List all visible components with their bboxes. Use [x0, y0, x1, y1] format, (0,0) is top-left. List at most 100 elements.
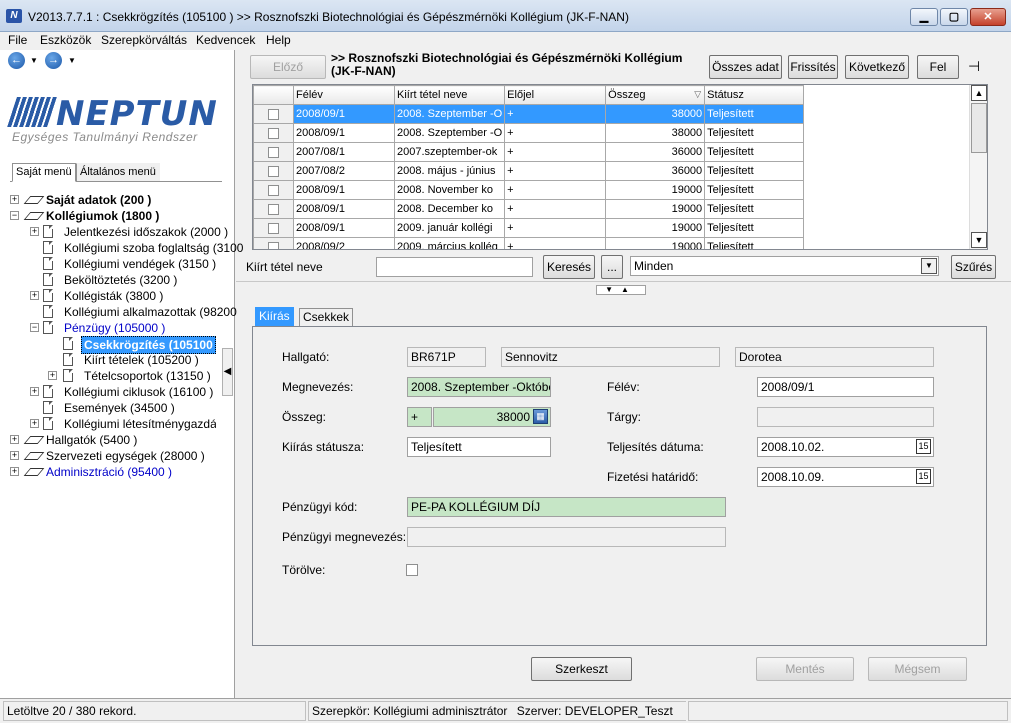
table-row[interactable]: 2007/08/1 2007.szeptember-ok + 36000 Tel…: [253, 142, 805, 162]
table-row[interactable]: 2008/09/1 2008. Szeptember -O + 38000 Te…: [253, 104, 805, 124]
scope-select[interactable]: Minden ▼: [630, 256, 939, 276]
row-select[interactable]: [253, 180, 294, 200]
row-select[interactable]: [253, 218, 294, 238]
expand-icon[interactable]: +: [48, 371, 57, 380]
filter-button[interactable]: Szűrés: [951, 255, 996, 279]
row-select[interactable]: [253, 104, 294, 124]
prev-button[interactable]: Előző: [250, 55, 326, 79]
calendar-icon[interactable]: 15: [916, 439, 931, 454]
semester-field[interactable]: 2008/09/1: [757, 377, 934, 397]
row-checkbox[interactable]: [268, 146, 279, 158]
menu-role-switch[interactable]: Szerepkörváltás: [101, 33, 187, 47]
menu-tools[interactable]: Eszközök: [40, 33, 91, 47]
close-button[interactable]: ✕: [970, 8, 1006, 26]
row-checkbox[interactable]: [268, 241, 279, 249]
expand-icon[interactable]: +: [30, 419, 39, 428]
all-data-button[interactable]: Összes adat: [709, 55, 782, 79]
cell-status: Teljesített: [704, 161, 805, 181]
row-select[interactable]: [253, 142, 294, 162]
row-select[interactable]: [253, 123, 294, 143]
forward-arrow-icon[interactable]: →: [45, 52, 62, 69]
tab-checks[interactable]: Csekkek: [299, 308, 354, 327]
table-row[interactable]: 2008/09/1 2008. December ko + 19000 Telj…: [253, 199, 805, 219]
grid-header-semester[interactable]: Félév: [293, 85, 395, 105]
collapse-icon[interactable]: −: [30, 323, 39, 332]
cell-semester: 2007/08/2: [293, 161, 395, 181]
next-button[interactable]: Következő: [845, 55, 909, 79]
menu-favorites[interactable]: Kedvencek: [196, 33, 255, 47]
tab-issue[interactable]: Kiírás: [255, 307, 294, 326]
minimize-button[interactable]: ▁: [910, 8, 938, 26]
status-extra: [688, 701, 1008, 721]
table-row[interactable]: 2008/09/2 2009. március kollég + 19000 T…: [253, 237, 805, 249]
row-checkbox[interactable]: [268, 203, 279, 215]
tab-general-menu[interactable]: Általános menü: [76, 163, 160, 182]
maximize-button[interactable]: ▢: [940, 8, 968, 26]
left-panel: ← ▼ → ▼ NEPTUN Egységes Tanulmányi Rends…: [0, 50, 243, 698]
filter-input[interactable]: [376, 257, 533, 277]
row-checkbox[interactable]: [268, 165, 279, 177]
expand-icon[interactable]: +: [10, 435, 19, 444]
grid-header-row: Félév Kiírt tétel neve Előjel Összeg ▽ St…: [253, 85, 805, 105]
grid-header-status[interactable]: Státusz: [704, 85, 805, 105]
row-checkbox[interactable]: [268, 222, 279, 234]
table-row[interactable]: 2008/09/1 2009. január kollégi + 19000 T…: [253, 218, 805, 238]
expand-icon[interactable]: +: [30, 227, 39, 236]
save-button[interactable]: Mentés: [756, 657, 854, 681]
row-checkbox[interactable]: [268, 184, 279, 196]
status-field[interactable]: Teljesített: [407, 437, 551, 457]
back-arrow-icon[interactable]: ←: [8, 52, 25, 69]
row-select[interactable]: [253, 161, 294, 181]
splitter-line: [236, 281, 1011, 282]
expand-icon[interactable]: +: [10, 195, 19, 204]
menu-file[interactable]: File: [8, 33, 27, 47]
chevron-down-icon[interactable]: ▼: [921, 258, 937, 274]
scroll-up-icon[interactable]: ▲: [971, 85, 987, 101]
expand-icon[interactable]: +: [10, 467, 19, 476]
table-row[interactable]: 2008/09/1 2008. Szeptember -O + 38000 Te…: [253, 123, 805, 143]
up-button[interactable]: Fel: [917, 55, 959, 79]
row-checkbox[interactable]: [268, 127, 279, 139]
collapse-panel-icon[interactable]: ◀: [222, 348, 233, 396]
scroll-thumb[interactable]: [971, 103, 987, 153]
name-field[interactable]: 2008. Szeptember -Október k: [407, 377, 551, 397]
grid-header-item-name[interactable]: Kiírt tétel neve: [393, 85, 506, 105]
tab-own-menu[interactable]: Saját menü: [12, 163, 76, 182]
forward-dropdown-icon[interactable]: ▼: [68, 56, 76, 65]
done-date-field[interactable]: 2008.10.02. 15: [757, 437, 934, 457]
refresh-button[interactable]: Frissítés: [788, 55, 838, 79]
pin-icon[interactable]: ⊣: [968, 58, 980, 75]
cell-sign: +: [504, 161, 607, 181]
deadline-field[interactable]: 2008.10.09. 15: [757, 467, 934, 487]
grid-header-sign[interactable]: Előjel: [504, 85, 607, 105]
folder-icon: [23, 436, 45, 444]
deleted-checkbox[interactable]: [406, 564, 418, 576]
grid-header-amount[interactable]: Összeg ▽: [605, 85, 706, 105]
cell-semester: 2008/09/1: [293, 123, 395, 143]
grid-scrollbar[interactable]: ▲ ▼: [969, 85, 987, 249]
row-select[interactable]: [253, 237, 294, 249]
cell-status: Teljesített: [704, 104, 805, 124]
search-button[interactable]: Keresés: [543, 255, 595, 279]
collapse-icon[interactable]: −: [10, 211, 19, 220]
expand-icon[interactable]: +: [10, 451, 19, 460]
grid-header-amount-label: Összeg: [608, 89, 646, 101]
scroll-down-icon[interactable]: ▼: [971, 232, 987, 248]
row-checkbox[interactable]: [268, 108, 279, 120]
table-row[interactable]: 2007/08/2 2008. május - június + 36000 T…: [253, 161, 805, 181]
table-row[interactable]: 2008/09/1 2008. November ko + 19000 Telj…: [253, 180, 805, 200]
row-select[interactable]: [253, 199, 294, 219]
splitter-toggle-icon[interactable]: ▼▲: [596, 285, 646, 295]
back-dropdown-icon[interactable]: ▼: [30, 56, 38, 65]
cancel-button[interactable]: Mégsem: [868, 657, 967, 681]
edit-button[interactable]: Szerkeszt: [531, 657, 632, 681]
menu-help[interactable]: Help: [266, 33, 291, 47]
more-options-button[interactable]: ...: [601, 255, 623, 279]
expand-icon[interactable]: +: [30, 387, 39, 396]
calendar-icon[interactable]: 15: [916, 469, 931, 484]
sign-field[interactable]: +: [407, 407, 432, 427]
fin-code-field[interactable]: PE-PA KOLLÉGIUM DÍJ: [407, 497, 726, 517]
expand-icon[interactable]: +: [30, 291, 39, 300]
cell-status: Teljesített: [704, 237, 805, 249]
calculator-icon[interactable]: ▦: [533, 409, 548, 424]
